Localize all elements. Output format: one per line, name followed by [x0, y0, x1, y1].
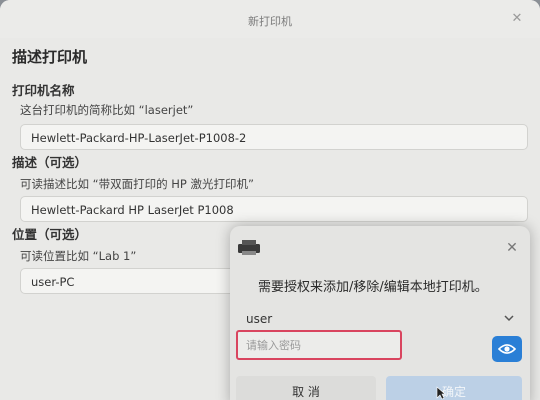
- chevron-down-icon: [504, 315, 514, 322]
- show-password-button[interactable]: [492, 336, 522, 362]
- eye-icon: [498, 344, 516, 354]
- auth-message: 需要授权来添加/移除/编辑本地打印机。: [258, 280, 488, 295]
- auth-dialog: ✕ 需要授权来添加/移除/编辑本地打印机。 user 取 消 确定: [230, 226, 530, 400]
- titlebar: 新打印机 ✕: [0, 0, 540, 38]
- location-hint: 可读位置比如 “Lab 1”: [20, 249, 137, 263]
- close-icon[interactable]: ✕: [510, 12, 524, 26]
- mouse-cursor-icon: [436, 386, 446, 400]
- location-field[interactable]: user-PC: [20, 268, 240, 294]
- page-title: 描述打印机: [12, 48, 88, 66]
- window-title: 新打印机: [248, 15, 292, 28]
- confirm-button[interactable]: 确定: [386, 376, 522, 400]
- printer-icon: [238, 240, 260, 255]
- printer-name-hint: 这台打印机的简称比如 “laserjet”: [20, 103, 194, 117]
- dialog-close-icon[interactable]: ✕: [504, 240, 520, 256]
- location-label: 位置（可选）: [12, 227, 88, 242]
- description-label: 描述（可选）: [12, 155, 88, 170]
- description-hint: 可读描述比如 “带双面打印的 HP 激光打印机”: [20, 177, 254, 191]
- description-field[interactable]: Hewlett-Packard HP LaserJet P1008: [20, 196, 528, 222]
- password-field-wrapper: [236, 330, 402, 360]
- printer-name-label: 打印机名称: [12, 83, 75, 98]
- cancel-button[interactable]: 取 消: [236, 376, 376, 400]
- user-name: user: [246, 312, 273, 326]
- password-input[interactable]: [238, 332, 400, 358]
- user-select[interactable]: user: [240, 306, 516, 332]
- printer-name-field[interactable]: Hewlett-Packard-HP-LaserJet-P1008-2: [20, 124, 528, 150]
